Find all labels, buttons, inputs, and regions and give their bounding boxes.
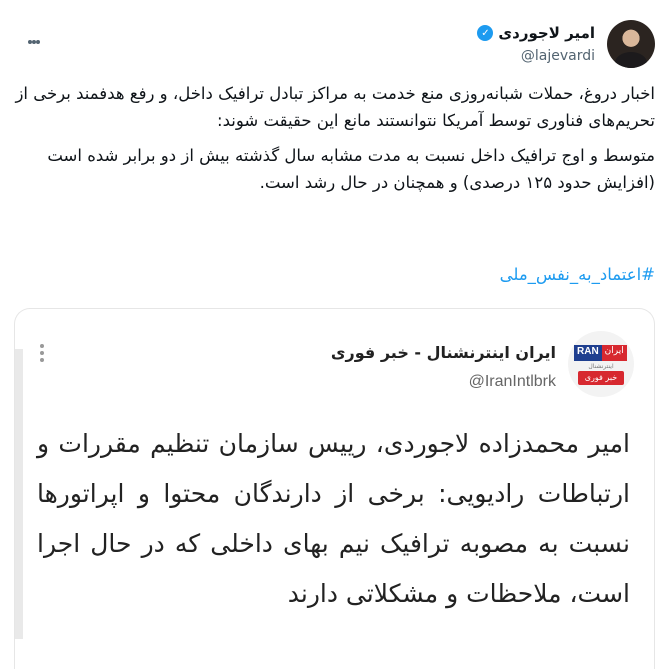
author-name[interactable]: امیر لاجوردی — [498, 24, 595, 42]
logo-fa-text: ایران — [601, 345, 627, 361]
tweet-body: اخبار دروغ، حملات شبانه‌روزی منع خدمت به… — [14, 80, 655, 204]
tweet-paragraph-1: اخبار دروغ، حملات شبانه‌روزی منع خدمت به… — [15, 84, 655, 130]
iran-international-logo: RAN ایران اینترنشنال خبر فوری — [568, 331, 634, 397]
logo-top-row: RAN ایران — [574, 345, 628, 361]
embed-tweet-text: امیر محمدزاده لاجوردی، رییس سازمان تنظیم… — [37, 429, 630, 608]
author-name-row: امیر لاجوردی ✓ — [477, 24, 595, 42]
embed-more-icon — [37, 341, 47, 365]
hashtag-link[interactable]: #اعتماد_به_نفس_ملی — [500, 265, 655, 284]
embed-edge-bar — [15, 349, 23, 639]
more-options-icon[interactable] — [20, 26, 40, 46]
tweet-header: امیر لاجوردی ✓ @lajevardi — [14, 12, 655, 74]
author-info: امیر لاجوردی ✓ @lajevardi — [477, 24, 595, 64]
embed-author-name: ایران اینترنشنال - خبر فوری — [330, 343, 556, 362]
embed-author-handle: @IranIntlbrk — [468, 373, 556, 390]
verified-badge-icon: ✓ — [477, 25, 494, 41]
logo-breaking-text: خبر فوری — [578, 371, 624, 385]
author-handle[interactable]: @lajevardi — [477, 48, 595, 64]
embedded-screenshot[interactable]: RAN ایران اینترنشنال خبر فوری ایران اینت… — [14, 308, 655, 669]
logo-sub-text: اینترنشنال — [588, 363, 614, 370]
logo-ran-text: RAN — [574, 345, 602, 361]
tweet-paragraph-2: متوسط و اوج ترافیک داخل نسبت به مدت مشاب… — [47, 146, 655, 192]
author-avatar[interactable] — [607, 20, 655, 68]
